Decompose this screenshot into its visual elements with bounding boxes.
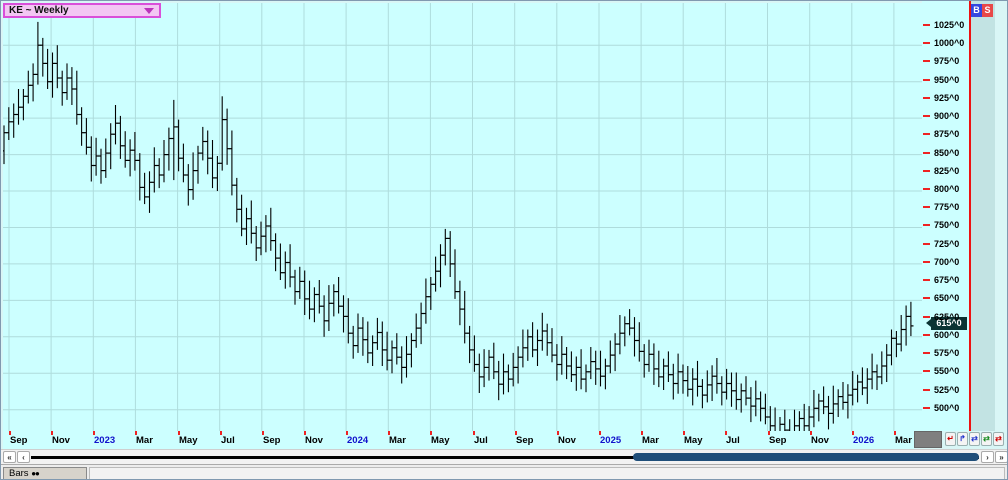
price-tick xyxy=(923,206,930,208)
price-tick xyxy=(923,224,930,226)
price-tick xyxy=(923,133,930,135)
chevron-down-icon xyxy=(144,8,154,14)
date-label-month: Sep xyxy=(516,435,533,446)
price-tick xyxy=(923,407,930,409)
price-tick xyxy=(923,60,930,62)
vertical-scrollbar[interactable] xyxy=(971,1,995,431)
date-label-year: 2024 xyxy=(347,435,368,446)
date-label-month: Nov xyxy=(305,435,323,446)
scroll-right-button[interactable]: › xyxy=(981,451,994,463)
price-label: 650^0 xyxy=(934,293,959,303)
price-tick xyxy=(923,352,930,354)
nav-corner-blue-button[interactable]: ↱ xyxy=(957,432,968,446)
price-label: 775^0 xyxy=(934,202,959,212)
price-tick xyxy=(923,97,930,99)
nav-swap-blue-button[interactable]: ⇄ xyxy=(969,432,980,446)
price-label: 825^0 xyxy=(934,166,959,176)
date-label-month: Mar xyxy=(389,435,406,446)
price-label: 600^0 xyxy=(934,330,959,340)
price-label: 800^0 xyxy=(934,184,959,194)
tab-bars-label: Bars xyxy=(9,468,29,479)
price-label: 925^0 xyxy=(934,93,959,103)
price-axis[interactable]: 615^0 1025^01000^0975^0950^0925^0900^087… xyxy=(922,1,969,431)
price-tick xyxy=(923,115,930,117)
date-label-month: Mar xyxy=(136,435,153,446)
nav-return-red-button[interactable]: ↵ xyxy=(945,432,956,446)
date-label-month: May xyxy=(179,435,197,446)
date-label-year: 2026 xyxy=(853,435,874,446)
price-label: 525^0 xyxy=(934,385,959,395)
bars-dots-icon: ●● xyxy=(31,469,39,478)
date-label-month: Sep xyxy=(10,435,27,446)
price-tick xyxy=(923,24,930,26)
price-chart-plot[interactable] xyxy=(3,3,922,431)
price-label: 550^0 xyxy=(934,366,959,376)
price-tick xyxy=(923,188,930,190)
price-tick xyxy=(923,170,930,172)
price-tick xyxy=(923,79,930,81)
tab-bar-empty-field xyxy=(89,467,1005,480)
symbol-period-label: KE ~ Weekly xyxy=(5,5,69,16)
price-tick xyxy=(923,279,930,281)
price-tick xyxy=(923,370,930,372)
date-label-month: Mar xyxy=(895,435,912,446)
price-tick xyxy=(923,243,930,245)
price-tick xyxy=(923,261,930,263)
chart-nav-buttons: ↵↱⇄⇄⇄ xyxy=(945,432,1004,447)
date-label-year: 2025 xyxy=(600,435,621,446)
tab-bars[interactable]: Bars ●● xyxy=(3,467,87,480)
price-label: 675^0 xyxy=(934,275,959,285)
date-label-month: Nov xyxy=(811,435,829,446)
date-label-month: Jul xyxy=(726,435,740,446)
scroll-far-right-button[interactable]: » xyxy=(995,451,1008,463)
date-label-month: May xyxy=(431,435,449,446)
horizontal-scrollbar-row: «‹ ›» xyxy=(1,449,1008,464)
price-label: 900^0 xyxy=(934,111,959,121)
price-label: 875^0 xyxy=(934,129,959,139)
price-tick xyxy=(923,316,930,318)
price-label: 750^0 xyxy=(934,220,959,230)
ohlc-bars-canvas xyxy=(3,3,922,431)
price-tick xyxy=(923,334,930,336)
price-label: 725^0 xyxy=(934,239,959,249)
price-label: 1025^0 xyxy=(934,20,964,30)
sell-button[interactable]: S xyxy=(982,4,993,17)
date-label-month: Sep xyxy=(769,435,786,446)
scrollbar-thumb[interactable] xyxy=(633,453,979,461)
price-label: 975^0 xyxy=(934,56,959,66)
nav-swap-red-button[interactable]: ⇄ xyxy=(993,432,1004,446)
price-label: 500^0 xyxy=(934,403,959,413)
chart-window: KE ~ Weekly 615^0 1025^01000^0975^0950^0… xyxy=(0,0,1008,480)
symbol-period-dropdown[interactable]: KE ~ Weekly xyxy=(3,3,161,18)
date-label-year: 2023 xyxy=(94,435,115,446)
price-tick xyxy=(923,42,930,44)
date-label-month: Sep xyxy=(263,435,280,446)
date-label-month: Mar xyxy=(642,435,659,446)
date-label-month: Jul xyxy=(474,435,488,446)
price-pointer-icon xyxy=(926,319,931,327)
price-label: 700^0 xyxy=(934,257,959,267)
date-label-month: May xyxy=(684,435,702,446)
scroll-far-left-button[interactable]: « xyxy=(3,451,16,463)
bottom-tab-bar: Bars ●● xyxy=(1,464,1008,480)
date-label-month: Jul xyxy=(221,435,235,446)
buy-button[interactable]: B xyxy=(971,4,982,17)
date-label-month: Nov xyxy=(558,435,576,446)
price-label: 625^0 xyxy=(934,312,959,322)
axis-corner-handle[interactable] xyxy=(914,431,942,448)
price-label: 575^0 xyxy=(934,348,959,358)
right-scroll-strip[interactable]: B S xyxy=(971,1,1008,431)
date-label-month: Nov xyxy=(52,435,70,446)
scroll-left-button[interactable]: ‹ xyxy=(17,451,30,463)
date-axis: Sep Nov 2023 Mar May Jul Sep Nov 2024 Mar May Jul Se… xyxy=(3,431,914,449)
price-tick xyxy=(923,389,930,391)
nav-swap-green-button[interactable]: ⇄ xyxy=(981,432,992,446)
price-label: 850^0 xyxy=(934,148,959,158)
price-tick xyxy=(923,152,930,154)
price-tick xyxy=(923,297,930,299)
price-label: 1000^0 xyxy=(934,38,964,48)
price-label: 950^0 xyxy=(934,75,959,85)
